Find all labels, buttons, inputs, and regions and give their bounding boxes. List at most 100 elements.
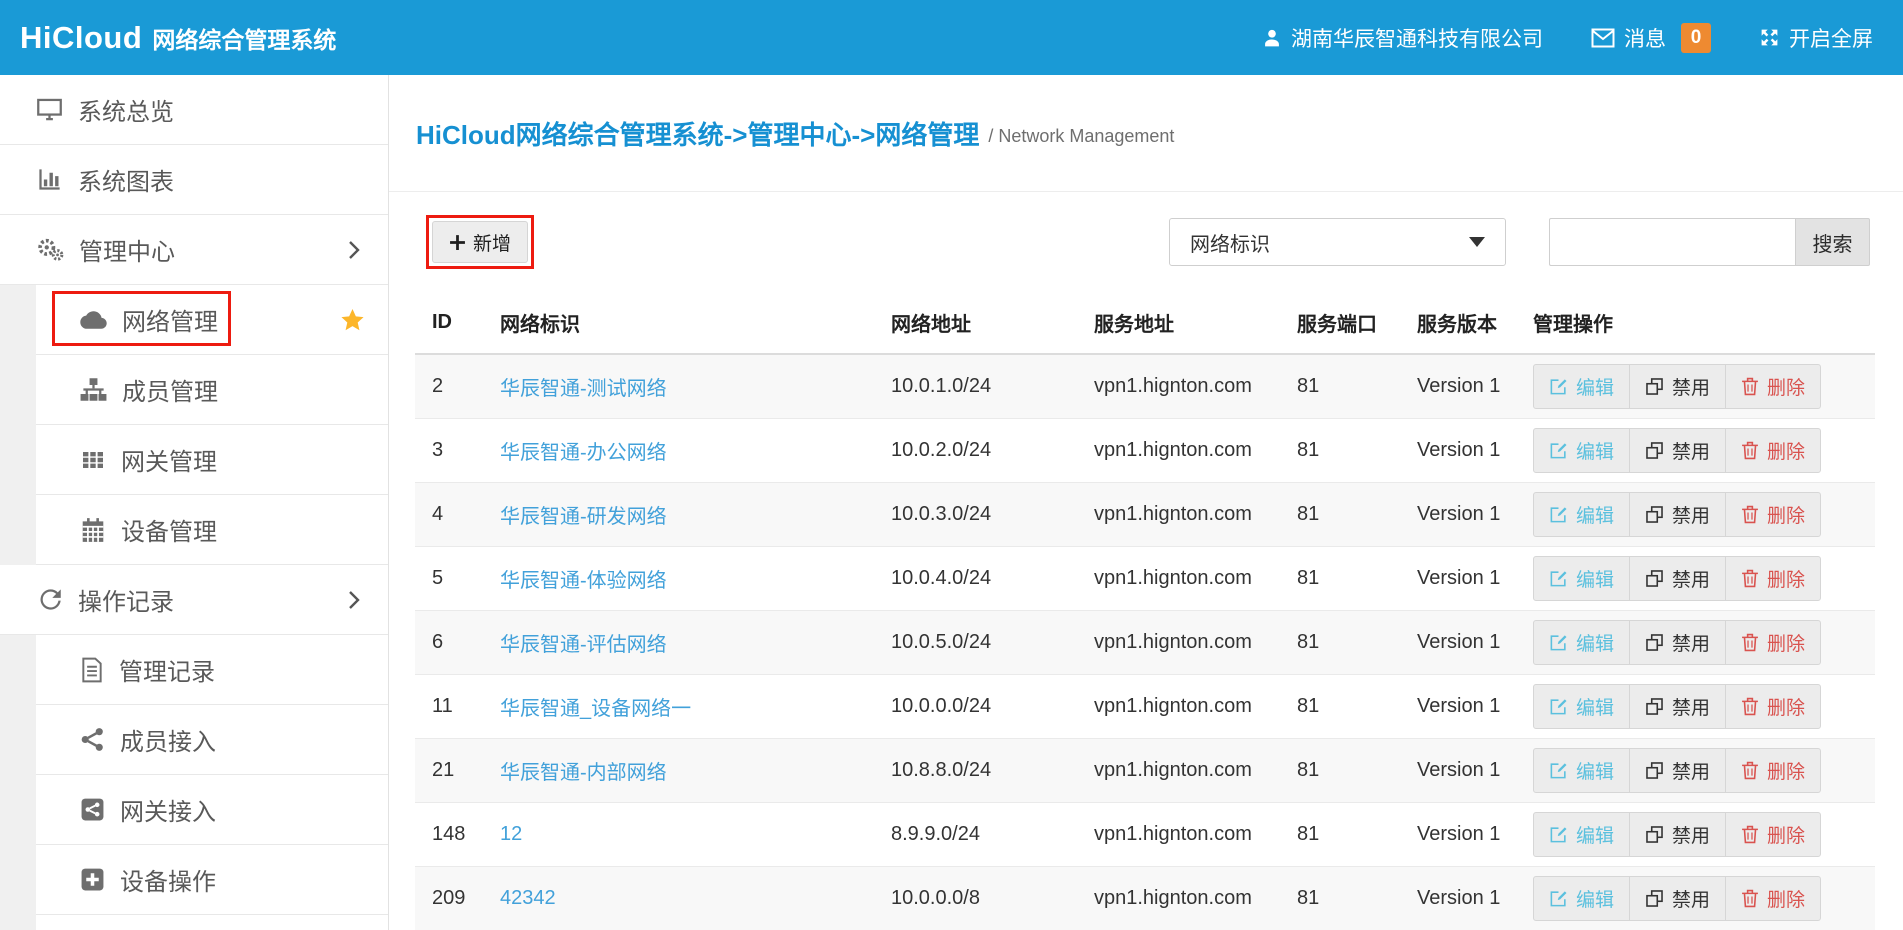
sidebar-item-partial <box>36 915 388 930</box>
col-header-server-port: 服务端口 <box>1280 292 1400 354</box>
sidebar-item-network-management[interactable]: 网络管理 <box>36 285 388 355</box>
server-address-cell: vpn1.hignton.com <box>1077 418 1280 482</box>
trash-icon <box>1741 441 1759 460</box>
sidebar-item-management-center[interactable]: 管理中心 <box>0 215 388 285</box>
sidebar-item-management-records[interactable]: 管理记录 <box>36 635 388 705</box>
disable-button[interactable]: 禁用 <box>1629 556 1726 601</box>
server-address-cell: vpn1.hignton.com <box>1077 674 1280 738</box>
sidebar-item-gateway-access[interactable]: 网关接入 <box>36 775 388 845</box>
edit-button[interactable]: 编辑 <box>1533 748 1630 793</box>
file-text-icon <box>80 657 104 683</box>
sidebar-item-device-management[interactable]: 设备管理 <box>36 495 388 565</box>
network-name-link[interactable]: 12 <box>500 823 522 845</box>
network-name-cell: 华辰智通-办公网络 <box>483 418 874 482</box>
search-group: 搜索 <box>1549 218 1870 266</box>
network-name-link[interactable]: 42342 <box>500 887 556 909</box>
edit-button[interactable]: 编辑 <box>1533 620 1630 665</box>
network-name-link[interactable]: 华辰智通-内部网络 <box>500 762 667 784</box>
edit-button[interactable]: 编辑 <box>1533 812 1630 857</box>
edit-button[interactable]: 编辑 <box>1533 876 1630 921</box>
actions-cell: 编辑 禁用 删除 <box>1516 802 1875 866</box>
delete-button[interactable]: 删除 <box>1725 684 1821 729</box>
id-cell: 209 <box>415 866 483 930</box>
col-header-server-address: 服务地址 <box>1077 292 1280 354</box>
edit-icon <box>1549 505 1568 524</box>
network-address-cell: 10.0.1.0/24 <box>874 354 1077 418</box>
account-menu[interactable]: 湖南华辰智通科技有限公司 <box>1262 23 1543 53</box>
id-cell: 148 <box>415 802 483 866</box>
bar-chart-icon <box>36 166 63 193</box>
desktop-icon <box>36 96 63 123</box>
envelope-icon <box>1591 28 1615 48</box>
network-name-link[interactable]: 华辰智通_设备网络一 <box>500 698 691 720</box>
filter-select[interactable]: 网络标识 <box>1169 218 1506 266</box>
delete-button[interactable]: 删除 <box>1725 364 1821 409</box>
actions-cell: 编辑 禁用 删除 <box>1516 418 1875 482</box>
network-name-cell: 华辰智通_设备网络一 <box>483 674 874 738</box>
disable-button[interactable]: 禁用 <box>1629 428 1726 473</box>
delete-button[interactable]: 删除 <box>1725 556 1821 601</box>
disable-button[interactable]: 禁用 <box>1629 620 1726 665</box>
server-version-cell: Version 1 <box>1400 610 1516 674</box>
server-version-cell: Version 1 <box>1400 738 1516 802</box>
sidebar-item-device-operations[interactable]: 设备操作 <box>36 845 388 915</box>
delete-button[interactable]: 删除 <box>1725 876 1821 921</box>
sidebar-item-label: 系统图表 <box>78 162 174 197</box>
delete-button[interactable]: 删除 <box>1725 620 1821 665</box>
sidebar-item-member-management[interactable]: 成员管理 <box>36 355 388 425</box>
search-input[interactable] <box>1549 218 1795 266</box>
trash-icon <box>1741 377 1759 396</box>
sidebar-item-operation-records[interactable]: 操作记录 <box>0 565 388 635</box>
favorite-star-icon[interactable] <box>339 307 366 333</box>
delete-button[interactable]: 删除 <box>1725 492 1821 537</box>
network-name-link[interactable]: 华辰智通-研发网络 <box>500 506 667 528</box>
clone-icon <box>1645 761 1664 780</box>
disable-button[interactable]: 禁用 <box>1629 364 1726 409</box>
table-row: 21 华辰智通-内部网络 10.8.8.0/24 vpn1.hignton.co… <box>415 738 1875 802</box>
network-name-cell: 华辰智通-体验网络 <box>483 546 874 610</box>
network-name-link[interactable]: 华辰智通-体验网络 <box>500 570 667 592</box>
add-button[interactable]: 新增 <box>432 221 528 263</box>
operation-records-submenu: 管理记录 成员接入 网关接入 设备操作 <box>0 635 388 930</box>
fullscreen-label: 开启全屏 <box>1789 23 1873 53</box>
add-button-label: 新增 <box>473 229 511 256</box>
delete-button[interactable]: 删除 <box>1725 748 1821 793</box>
delete-button[interactable]: 删除 <box>1725 812 1821 857</box>
network-name-link[interactable]: 华辰智通-测试网络 <box>500 378 667 400</box>
edit-icon <box>1549 697 1568 716</box>
fullscreen-toggle[interactable]: 开启全屏 <box>1759 23 1873 53</box>
edit-icon <box>1549 569 1568 588</box>
edit-button[interactable]: 编辑 <box>1533 556 1630 601</box>
table-row: 4 华辰智通-研发网络 10.0.3.0/24 vpn1.hignton.com… <box>415 482 1875 546</box>
gears-icon <box>36 236 64 263</box>
edit-icon <box>1549 889 1568 908</box>
sidebar: 系统总览 系统图表 管理中心 网络管理 <box>0 75 389 930</box>
disable-button[interactable]: 禁用 <box>1629 684 1726 729</box>
sidebar-item-gateway-management[interactable]: 网关管理 <box>36 425 388 495</box>
main-content: HiCloud网络综合管理系统->管理中心->网络管理 / Network Ma… <box>389 75 1903 930</box>
sidebar-item-label: 网关接入 <box>120 792 216 827</box>
edit-button[interactable]: 编辑 <box>1533 364 1630 409</box>
edit-button[interactable]: 编辑 <box>1533 684 1630 729</box>
network-address-cell: 8.9.9.0/24 <box>874 802 1077 866</box>
network-address-cell: 10.0.4.0/24 <box>874 546 1077 610</box>
search-button[interactable]: 搜索 <box>1795 218 1870 266</box>
network-name-link[interactable]: 华辰智通-办公网络 <box>500 442 667 464</box>
delete-button[interactable]: 删除 <box>1725 428 1821 473</box>
disable-button[interactable]: 禁用 <box>1629 876 1726 921</box>
disable-button[interactable]: 禁用 <box>1629 748 1726 793</box>
share-icon <box>80 727 105 752</box>
sidebar-item-system-overview[interactable]: 系统总览 <box>0 75 388 145</box>
messages-menu[interactable]: 消息 0 <box>1591 23 1711 53</box>
disable-button[interactable]: 禁用 <box>1629 492 1726 537</box>
network-name-link[interactable]: 华辰智通-评估网络 <box>500 634 667 656</box>
edit-button[interactable]: 编辑 <box>1533 428 1630 473</box>
network-address-cell: 10.0.2.0/24 <box>874 418 1077 482</box>
edit-button[interactable]: 编辑 <box>1533 492 1630 537</box>
sidebar-item-system-charts[interactable]: 系统图表 <box>0 145 388 215</box>
actions-cell: 编辑 禁用 删除 <box>1516 674 1875 738</box>
network-name-cell: 华辰智通-研发网络 <box>483 482 874 546</box>
sidebar-item-member-access[interactable]: 成员接入 <box>36 705 388 775</box>
server-address-cell: vpn1.hignton.com <box>1077 738 1280 802</box>
disable-button[interactable]: 禁用 <box>1629 812 1726 857</box>
